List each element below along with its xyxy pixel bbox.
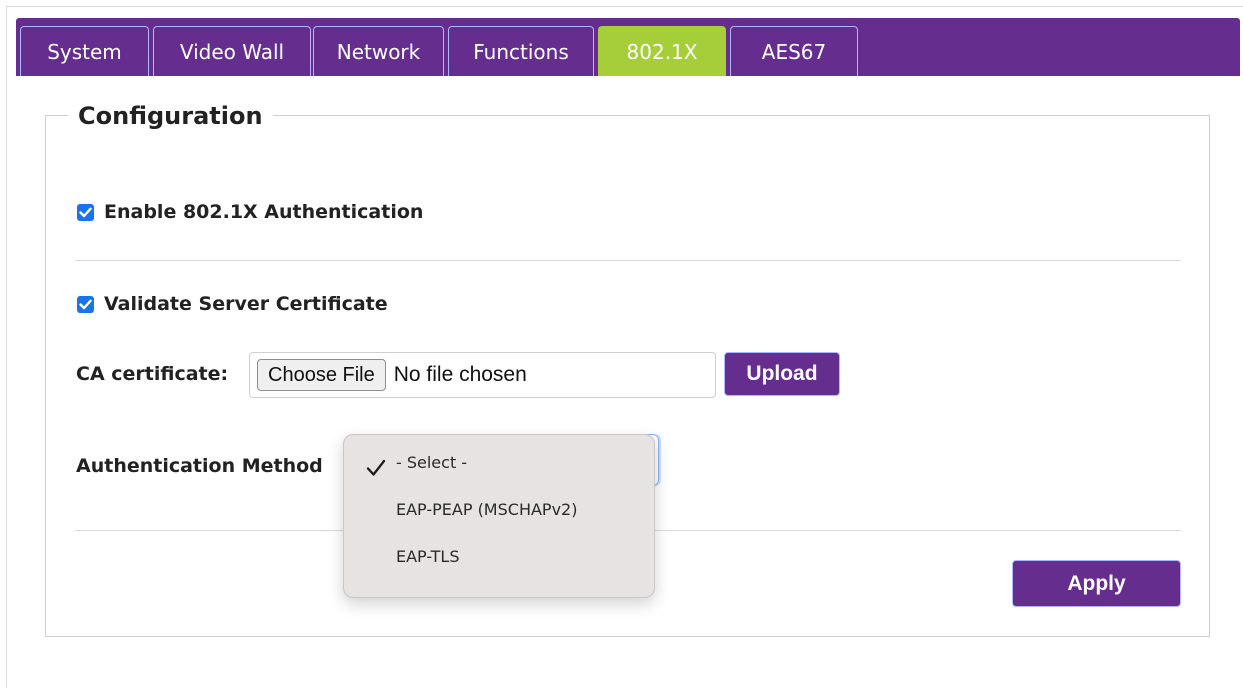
tab-802-1x[interactable]: 802.1X xyxy=(598,26,726,76)
tab-functions[interactable]: Functions xyxy=(448,26,594,76)
ca-certificate-file-input[interactable]: Choose File No file chosen xyxy=(249,352,716,398)
dropdown-option-select[interactable]: - Select - xyxy=(396,453,467,472)
checkmark-icon xyxy=(79,207,92,217)
checkmark-icon xyxy=(366,459,386,476)
checkmark-icon xyxy=(79,299,92,309)
validate-cert-checkbox[interactable] xyxy=(77,295,94,313)
auth-method-dropdown: - Select - EAP-PEAP (MSCHAPv2) EAP-TLS xyxy=(343,434,655,598)
enable-auth-row: Enable 802.1X Authentication xyxy=(77,200,423,224)
tab-aes67[interactable]: AES67 xyxy=(730,26,858,76)
dropdown-option-eap-peap[interactable]: EAP-PEAP (MSCHAPv2) xyxy=(396,500,577,519)
ca-certificate-label: CA certificate: xyxy=(76,363,229,385)
auth-method-label: Authentication Method xyxy=(76,455,323,477)
divider xyxy=(75,260,1181,261)
dropdown-option-eap-tls[interactable]: EAP-TLS xyxy=(396,547,460,566)
file-status-text: No file chosen xyxy=(393,363,527,386)
apply-button[interactable]: Apply xyxy=(1012,560,1181,607)
validate-cert-label: Validate Server Certificate xyxy=(104,293,388,315)
tab-network[interactable]: Network xyxy=(313,26,444,76)
choose-file-button[interactable]: Choose File xyxy=(257,359,386,391)
enable-auth-label: Enable 802.1X Authentication xyxy=(104,201,424,223)
tab-video-wall[interactable]: Video Wall xyxy=(153,26,311,76)
enable-auth-checkbox[interactable] xyxy=(77,203,94,221)
tab-bar: System Video Wall Network Functions 802.… xyxy=(16,18,1240,76)
upload-button[interactable]: Upload xyxy=(724,352,840,396)
validate-cert-row: Validate Server Certificate xyxy=(77,292,388,316)
configuration-legend: Configuration xyxy=(68,100,273,132)
tab-system[interactable]: System xyxy=(20,26,149,76)
